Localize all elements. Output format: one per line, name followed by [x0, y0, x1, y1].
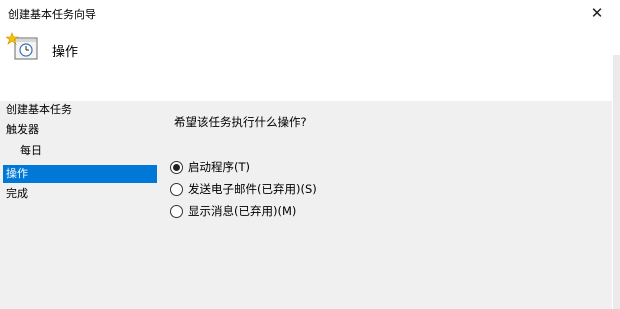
nav-item-trigger[interactable]: 触发器 — [3, 121, 157, 139]
radio-label-display-message: 显示消息(已弃用)(M) — [188, 204, 297, 218]
close-button[interactable]: ✕ — [582, 0, 612, 26]
wizard-header: 操作 — [0, 28, 612, 101]
radio-label-send-email: 发送电子邮件(已弃用)(S) — [188, 182, 317, 196]
background-window-edge — [613, 0, 620, 309]
radio-button[interactable] — [170, 182, 183, 196]
nav-item-daily[interactable]: 每日 — [3, 142, 157, 160]
nav-item-create-basic-task[interactable]: 创建基本任务 — [3, 101, 157, 119]
radio-dot — [173, 163, 180, 171]
radio-button-checked[interactable] — [170, 160, 183, 174]
radio-start-program[interactable]: 启动程序(T) — [170, 158, 250, 176]
radio-display-message[interactable]: 显示消息(已弃用)(M) — [170, 202, 296, 220]
nav-item-finish[interactable]: 完成 — [3, 185, 157, 203]
title-bar[interactable]: 创建基本任务向导 ✕ — [0, 0, 612, 28]
action-question: 希望该任务执行什么操作? — [174, 115, 307, 129]
radio-send-email[interactable]: 发送电子邮件(已弃用)(S) — [170, 180, 317, 198]
wizard-step-list: 创建基本任务 触发器 每日 操作 完成 — [0, 101, 160, 309]
task-clock-icon — [6, 32, 38, 60]
create-basic-task-wizard: 创建基本任务向导 ✕ 操作 创建基本任务 触发器 每日 操作 完成 希望该任务执… — [0, 0, 612, 309]
close-icon: ✕ — [590, 4, 604, 22]
background-window-strip — [613, 55, 620, 309]
window-title: 创建基本任务向导 — [8, 8, 96, 21]
wizard-body: 创建基本任务 触发器 每日 操作 完成 希望该任务执行什么操作? 启动程序(T)… — [0, 101, 612, 309]
page-title: 操作 — [52, 45, 79, 60]
radio-label-start-program: 启动程序(T) — [188, 160, 250, 174]
nav-item-action[interactable]: 操作 — [3, 165, 157, 183]
radio-button[interactable] — [170, 204, 183, 218]
